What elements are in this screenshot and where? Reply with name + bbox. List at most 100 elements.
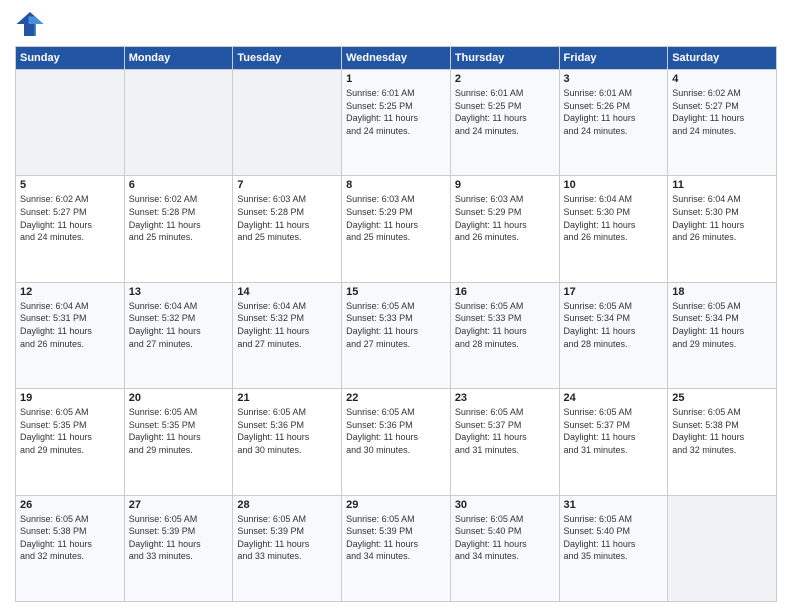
weekday-header-saturday: Saturday (668, 47, 777, 70)
day-info: Sunrise: 6:05 AM Sunset: 5:39 PM Dayligh… (237, 513, 337, 563)
day-number: 27 (129, 499, 229, 511)
day-number: 18 (672, 286, 772, 298)
day-number: 31 (564, 499, 664, 511)
day-number: 3 (564, 73, 664, 85)
day-number: 13 (129, 286, 229, 298)
day-number: 15 (346, 286, 446, 298)
weekday-row: SundayMondayTuesdayWednesdayThursdayFrid… (16, 47, 777, 70)
day-cell: 30 Sunrise: 6:05 AM Sunset: 5:40 PM Dayli… (450, 495, 559, 601)
day-cell: 17 Sunrise: 6:05 AM Sunset: 5:34 PM Dayli… (559, 282, 668, 388)
day-info: Sunrise: 6:05 AM Sunset: 5:33 PM Dayligh… (346, 300, 446, 350)
day-info: Sunrise: 6:05 AM Sunset: 5:36 PM Dayligh… (237, 406, 337, 456)
calendar: SundayMondayTuesdayWednesdayThursdayFrid… (15, 46, 777, 602)
weekday-header-monday: Monday (124, 47, 233, 70)
day-info: Sunrise: 6:05 AM Sunset: 5:38 PM Dayligh… (20, 513, 120, 563)
day-cell: 16 Sunrise: 6:05 AM Sunset: 5:33 PM Dayli… (450, 282, 559, 388)
day-cell: 19 Sunrise: 6:05 AM Sunset: 5:35 PM Dayli… (16, 389, 125, 495)
week-row-1: 1 Sunrise: 6:01 AM Sunset: 5:25 PM Daylig… (16, 70, 777, 176)
header (15, 10, 777, 38)
day-cell: 4 Sunrise: 6:02 AM Sunset: 5:27 PM Daylig… (668, 70, 777, 176)
day-info: Sunrise: 6:04 AM Sunset: 5:30 PM Dayligh… (564, 193, 664, 243)
day-info: Sunrise: 6:03 AM Sunset: 5:29 PM Dayligh… (346, 193, 446, 243)
day-cell: 31Sunrise: 6:05 AM Sunset: 5:40 PM Dayli… (559, 495, 668, 601)
day-info: Sunrise: 6:05 AM Sunset: 5:36 PM Dayligh… (346, 406, 446, 456)
weekday-header-tuesday: Tuesday (233, 47, 342, 70)
calendar-header: SundayMondayTuesdayWednesdayThursdayFrid… (16, 47, 777, 70)
day-info: Sunrise: 6:05 AM Sunset: 5:37 PM Dayligh… (564, 406, 664, 456)
day-cell: 12Sunrise: 6:04 AM Sunset: 5:31 PM Dayli… (16, 282, 125, 388)
day-info: Sunrise: 6:01 AM Sunset: 5:26 PM Dayligh… (564, 87, 664, 137)
day-number: 14 (237, 286, 337, 298)
day-info: Sunrise: 6:05 AM Sunset: 5:39 PM Dayligh… (346, 513, 446, 563)
day-number: 7 (237, 179, 337, 191)
day-number: 19 (20, 392, 120, 404)
day-info: Sunrise: 6:02 AM Sunset: 5:27 PM Dayligh… (672, 87, 772, 137)
day-cell: 3 Sunrise: 6:01 AM Sunset: 5:26 PM Daylig… (559, 70, 668, 176)
day-number: 24 (564, 392, 664, 404)
day-cell (124, 70, 233, 176)
week-row-2: 5Sunrise: 6:02 AM Sunset: 5:27 PM Daylig… (16, 176, 777, 282)
day-number: 2 (455, 73, 555, 85)
day-number: 22 (346, 392, 446, 404)
day-cell: 10Sunrise: 6:04 AM Sunset: 5:30 PM Dayli… (559, 176, 668, 282)
day-number: 1 (346, 73, 446, 85)
day-info: Sunrise: 6:04 AM Sunset: 5:32 PM Dayligh… (237, 300, 337, 350)
day-cell: 5Sunrise: 6:02 AM Sunset: 5:27 PM Daylig… (16, 176, 125, 282)
day-info: Sunrise: 6:04 AM Sunset: 5:32 PM Dayligh… (129, 300, 229, 350)
day-number: 17 (564, 286, 664, 298)
day-info: Sunrise: 6:05 AM Sunset: 5:34 PM Dayligh… (564, 300, 664, 350)
day-cell: 21 Sunrise: 6:05 AM Sunset: 5:36 PM Dayli… (233, 389, 342, 495)
day-info: Sunrise: 6:03 AM Sunset: 5:28 PM Dayligh… (237, 193, 337, 243)
day-cell: 20 Sunrise: 6:05 AM Sunset: 5:35 PM Dayli… (124, 389, 233, 495)
week-row-5: 26Sunrise: 6:05 AM Sunset: 5:38 PM Dayli… (16, 495, 777, 601)
day-number: 16 (455, 286, 555, 298)
day-info: Sunrise: 6:02 AM Sunset: 5:28 PM Dayligh… (129, 193, 229, 243)
day-number: 23 (455, 392, 555, 404)
day-number: 4 (672, 73, 772, 85)
day-info: Sunrise: 6:05 AM Sunset: 5:35 PM Dayligh… (129, 406, 229, 456)
day-info: Sunrise: 6:05 AM Sunset: 5:33 PM Dayligh… (455, 300, 555, 350)
day-info: Sunrise: 6:04 AM Sunset: 5:31 PM Dayligh… (20, 300, 120, 350)
day-cell: 22 Sunrise: 6:05 AM Sunset: 5:36 PM Dayli… (342, 389, 451, 495)
day-cell: 25 Sunrise: 6:05 AM Sunset: 5:38 PM Dayli… (668, 389, 777, 495)
day-info: Sunrise: 6:05 AM Sunset: 5:35 PM Dayligh… (20, 406, 120, 456)
day-info: Sunrise: 6:03 AM Sunset: 5:29 PM Dayligh… (455, 193, 555, 243)
day-info: Sunrise: 6:05 AM Sunset: 5:37 PM Dayligh… (455, 406, 555, 456)
day-info: Sunrise: 6:02 AM Sunset: 5:27 PM Dayligh… (20, 193, 120, 243)
day-info: Sunrise: 6:04 AM Sunset: 5:30 PM Dayligh… (672, 193, 772, 243)
day-cell: 13 Sunrise: 6:04 AM Sunset: 5:32 PM Dayli… (124, 282, 233, 388)
day-cell: 9 Sunrise: 6:03 AM Sunset: 5:29 PM Daylig… (450, 176, 559, 282)
day-number: 28 (237, 499, 337, 511)
day-cell: 15 Sunrise: 6:05 AM Sunset: 5:33 PM Dayli… (342, 282, 451, 388)
day-info: Sunrise: 6:01 AM Sunset: 5:25 PM Dayligh… (455, 87, 555, 137)
day-cell: 14 Sunrise: 6:04 AM Sunset: 5:32 PM Dayli… (233, 282, 342, 388)
week-row-3: 12Sunrise: 6:04 AM Sunset: 5:31 PM Dayli… (16, 282, 777, 388)
calendar-body: 1 Sunrise: 6:01 AM Sunset: 5:25 PM Daylig… (16, 70, 777, 602)
day-cell: 7 Sunrise: 6:03 AM Sunset: 5:28 PM Daylig… (233, 176, 342, 282)
day-info: Sunrise: 6:05 AM Sunset: 5:34 PM Dayligh… (672, 300, 772, 350)
weekday-header-thursday: Thursday (450, 47, 559, 70)
day-cell: 27 Sunrise: 6:05 AM Sunset: 5:39 PM Dayli… (124, 495, 233, 601)
day-info: Sunrise: 6:05 AM Sunset: 5:38 PM Dayligh… (672, 406, 772, 456)
weekday-header-friday: Friday (559, 47, 668, 70)
day-number: 30 (455, 499, 555, 511)
day-number: 25 (672, 392, 772, 404)
day-number: 20 (129, 392, 229, 404)
day-cell: 29Sunrise: 6:05 AM Sunset: 5:39 PM Dayli… (342, 495, 451, 601)
day-cell (668, 495, 777, 601)
page: SundayMondayTuesdayWednesdayThursdayFrid… (0, 0, 792, 612)
day-number: 8 (346, 179, 446, 191)
day-info: Sunrise: 6:05 AM Sunset: 5:39 PM Dayligh… (129, 513, 229, 563)
day-number: 9 (455, 179, 555, 191)
logo (15, 10, 49, 38)
day-number: 6 (129, 179, 229, 191)
day-info: Sunrise: 6:05 AM Sunset: 5:40 PM Dayligh… (455, 513, 555, 563)
day-cell: 24 Sunrise: 6:05 AM Sunset: 5:37 PM Dayli… (559, 389, 668, 495)
day-cell: 11Sunrise: 6:04 AM Sunset: 5:30 PM Dayli… (668, 176, 777, 282)
day-cell: 1Sunrise: 6:01 AM Sunset: 5:25 PM Daylig… (342, 70, 451, 176)
day-cell: 26Sunrise: 6:05 AM Sunset: 5:38 PM Dayli… (16, 495, 125, 601)
logo-icon (15, 10, 45, 38)
day-cell: 28 Sunrise: 6:05 AM Sunset: 5:39 PM Dayli… (233, 495, 342, 601)
day-cell (233, 70, 342, 176)
day-number: 21 (237, 392, 337, 404)
